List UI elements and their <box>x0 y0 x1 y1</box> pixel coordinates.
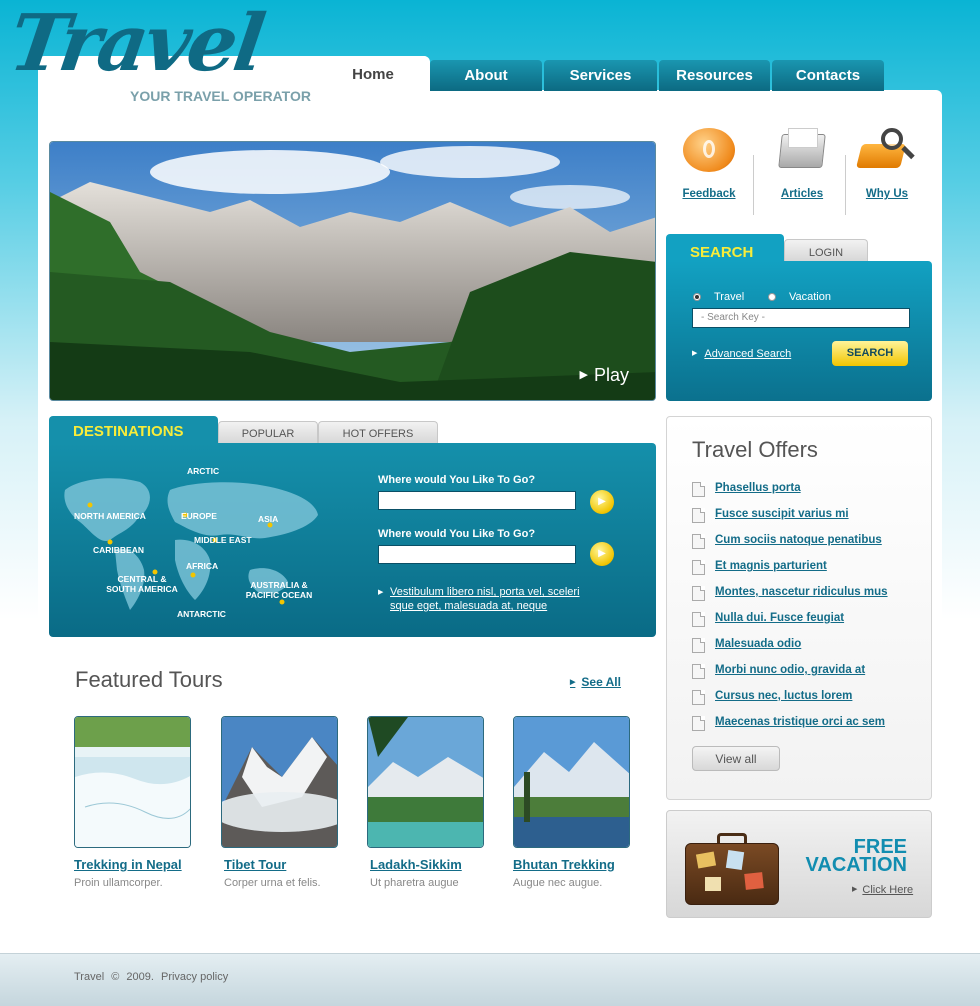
suitcase-icon <box>685 833 781 907</box>
tour-desc-bhutan: Augue nec augue. <box>513 877 603 889</box>
document-icon <box>692 508 705 523</box>
tour-image-tibet[interactable] <box>221 716 338 848</box>
destination-input-1[interactable] <box>378 491 576 510</box>
tour-desc-ladakh: Ut pharetra augue <box>370 877 459 889</box>
arrow-icon: ▶ <box>852 886 858 893</box>
map-label-arctic[interactable]: ARCTIC <box>187 466 219 476</box>
featured-tours-title: Featured Tours <box>75 667 223 692</box>
speech-bubble-icon <box>683 128 735 172</box>
tab-login[interactable]: LOGIN <box>784 239 868 262</box>
arrow-icon: ▶ <box>378 588 384 596</box>
advanced-search-link[interactable]: ▶ Advanced Search <box>692 348 791 360</box>
lake-valley-image <box>368 717 483 847</box>
radio-travel-label: Travel <box>714 291 745 303</box>
quicklink-why-us[interactable]: Why Us <box>842 128 932 200</box>
document-icon <box>692 612 705 627</box>
tab-destinations[interactable]: DESTINATIONS <box>49 416 218 444</box>
tour-image-nepal[interactable] <box>74 716 191 848</box>
search-button[interactable]: SEARCH <box>832 341 908 366</box>
free-vacation-text: FREE VACATION <box>805 836 907 876</box>
folder-icon <box>774 128 830 172</box>
map-label-australia[interactable]: AUSTRALIA & PACIFIC OCEAN <box>238 580 320 600</box>
footer-brand: Travel <box>74 971 105 983</box>
tour-image-bhutan[interactable] <box>513 716 630 848</box>
map-label-central-south-america[interactable]: CENTRAL & SOUTH AMERICA <box>102 574 182 594</box>
tab-search[interactable]: SEARCH <box>666 234 784 262</box>
search-panel <box>666 261 932 401</box>
quicklink-feedback[interactable]: Feedback <box>664 128 754 200</box>
travel-offers-panel <box>666 416 932 800</box>
magnifier-icon <box>856 128 917 172</box>
nav-contacts[interactable]: Contacts <box>772 60 884 91</box>
destination-question-2: Where would You Like To Go? <box>378 528 536 540</box>
map-label-middle-east[interactable]: MIDDLE EAST <box>194 535 252 545</box>
tour-title-nepal[interactable]: Trekking in Nepal <box>74 857 182 872</box>
footer-copyright: © <box>111 971 120 983</box>
mountain-landscape <box>50 142 655 400</box>
arrow-icon: ▶ <box>692 350 698 357</box>
map-label-caribbean[interactable]: CARIBBEAN <box>93 545 144 555</box>
document-icon <box>692 716 705 731</box>
travel-offers-title: Travel Offers <box>692 437 818 462</box>
quicklink-divider <box>753 155 754 215</box>
main-nav: Home About Services Resources Contacts <box>0 56 980 91</box>
play-icon: ▶ <box>579 369 588 381</box>
document-icon <box>692 560 705 575</box>
radio-travel[interactable] <box>693 293 701 301</box>
destination-link[interactable]: ▶ Vestibulum libero nisl, porta vel, sce… <box>378 585 583 613</box>
privacy-policy-link[interactable]: Privacy policy <box>161 971 228 983</box>
view-all-button[interactable]: View all <box>692 746 780 771</box>
hero-image: ▶ Play <box>49 141 656 401</box>
quicklink-articles[interactable]: Articles <box>757 128 847 200</box>
nav-about[interactable]: About <box>430 60 542 91</box>
tour-desc-nepal: Proin ullamcorper. <box>74 877 163 889</box>
waterfall-image <box>75 717 190 847</box>
world-map-icon <box>64 478 318 610</box>
map-label-asia[interactable]: ASIA <box>258 514 278 524</box>
mountain-lake-image <box>514 717 629 847</box>
document-icon <box>692 482 705 497</box>
destination-go-button-2[interactable]: ▶ <box>590 542 614 566</box>
nav-home[interactable]: Home <box>318 56 428 91</box>
tour-title-bhutan[interactable]: Bhutan Trekking <box>513 857 615 872</box>
document-icon <box>692 638 705 653</box>
world-map[interactable]: ARCTIC NORTH AMERICA EUROPE ASIA MIDDLE … <box>60 460 325 625</box>
click-here-link[interactable]: ▶ Click Here <box>852 884 913 896</box>
tab-hot-offers[interactable]: HOT OFFERS <box>318 421 438 444</box>
tour-title-ladakh[interactable]: Ladakh-Sikkim <box>370 857 462 872</box>
radio-vacation-label: Vacation <box>789 291 831 303</box>
document-icon <box>692 534 705 549</box>
tour-title-tibet[interactable]: Tibet Tour <box>224 857 286 872</box>
see-all-link[interactable]: ▶ See All <box>570 675 621 689</box>
map-label-antarctic[interactable]: ANTARCTIC <box>177 609 226 619</box>
destination-input-2[interactable] <box>378 545 576 564</box>
tour-image-ladakh[interactable] <box>367 716 484 848</box>
destination-go-button-1[interactable]: ▶ <box>590 490 614 514</box>
radio-vacation[interactable] <box>768 293 776 301</box>
footer-text: Travel © 2009. Privacy policy <box>74 971 232 983</box>
arrow-icon: ▶ <box>570 679 576 686</box>
document-icon <box>692 664 705 679</box>
tour-desc-tibet: Corper urna et felis. <box>224 877 321 889</box>
destination-question-1: Where would You Like To Go? <box>378 474 536 486</box>
play-button[interactable]: ▶ Play <box>580 365 629 386</box>
map-label-europe[interactable]: EUROPE <box>181 511 217 521</box>
document-icon <box>692 690 705 705</box>
document-icon <box>692 586 705 601</box>
search-key-input[interactable]: - Search Key - <box>692 308 910 328</box>
nav-resources[interactable]: Resources <box>659 60 770 91</box>
nav-services[interactable]: Services <box>544 60 657 91</box>
footer-year: 2009. <box>126 971 154 983</box>
map-label-africa[interactable]: AFRICA <box>186 561 218 571</box>
map-label-north-america[interactable]: NORTH AMERICA <box>74 511 146 521</box>
tab-popular[interactable]: POPULAR <box>218 421 318 444</box>
snowy-mountain-image <box>222 717 337 847</box>
